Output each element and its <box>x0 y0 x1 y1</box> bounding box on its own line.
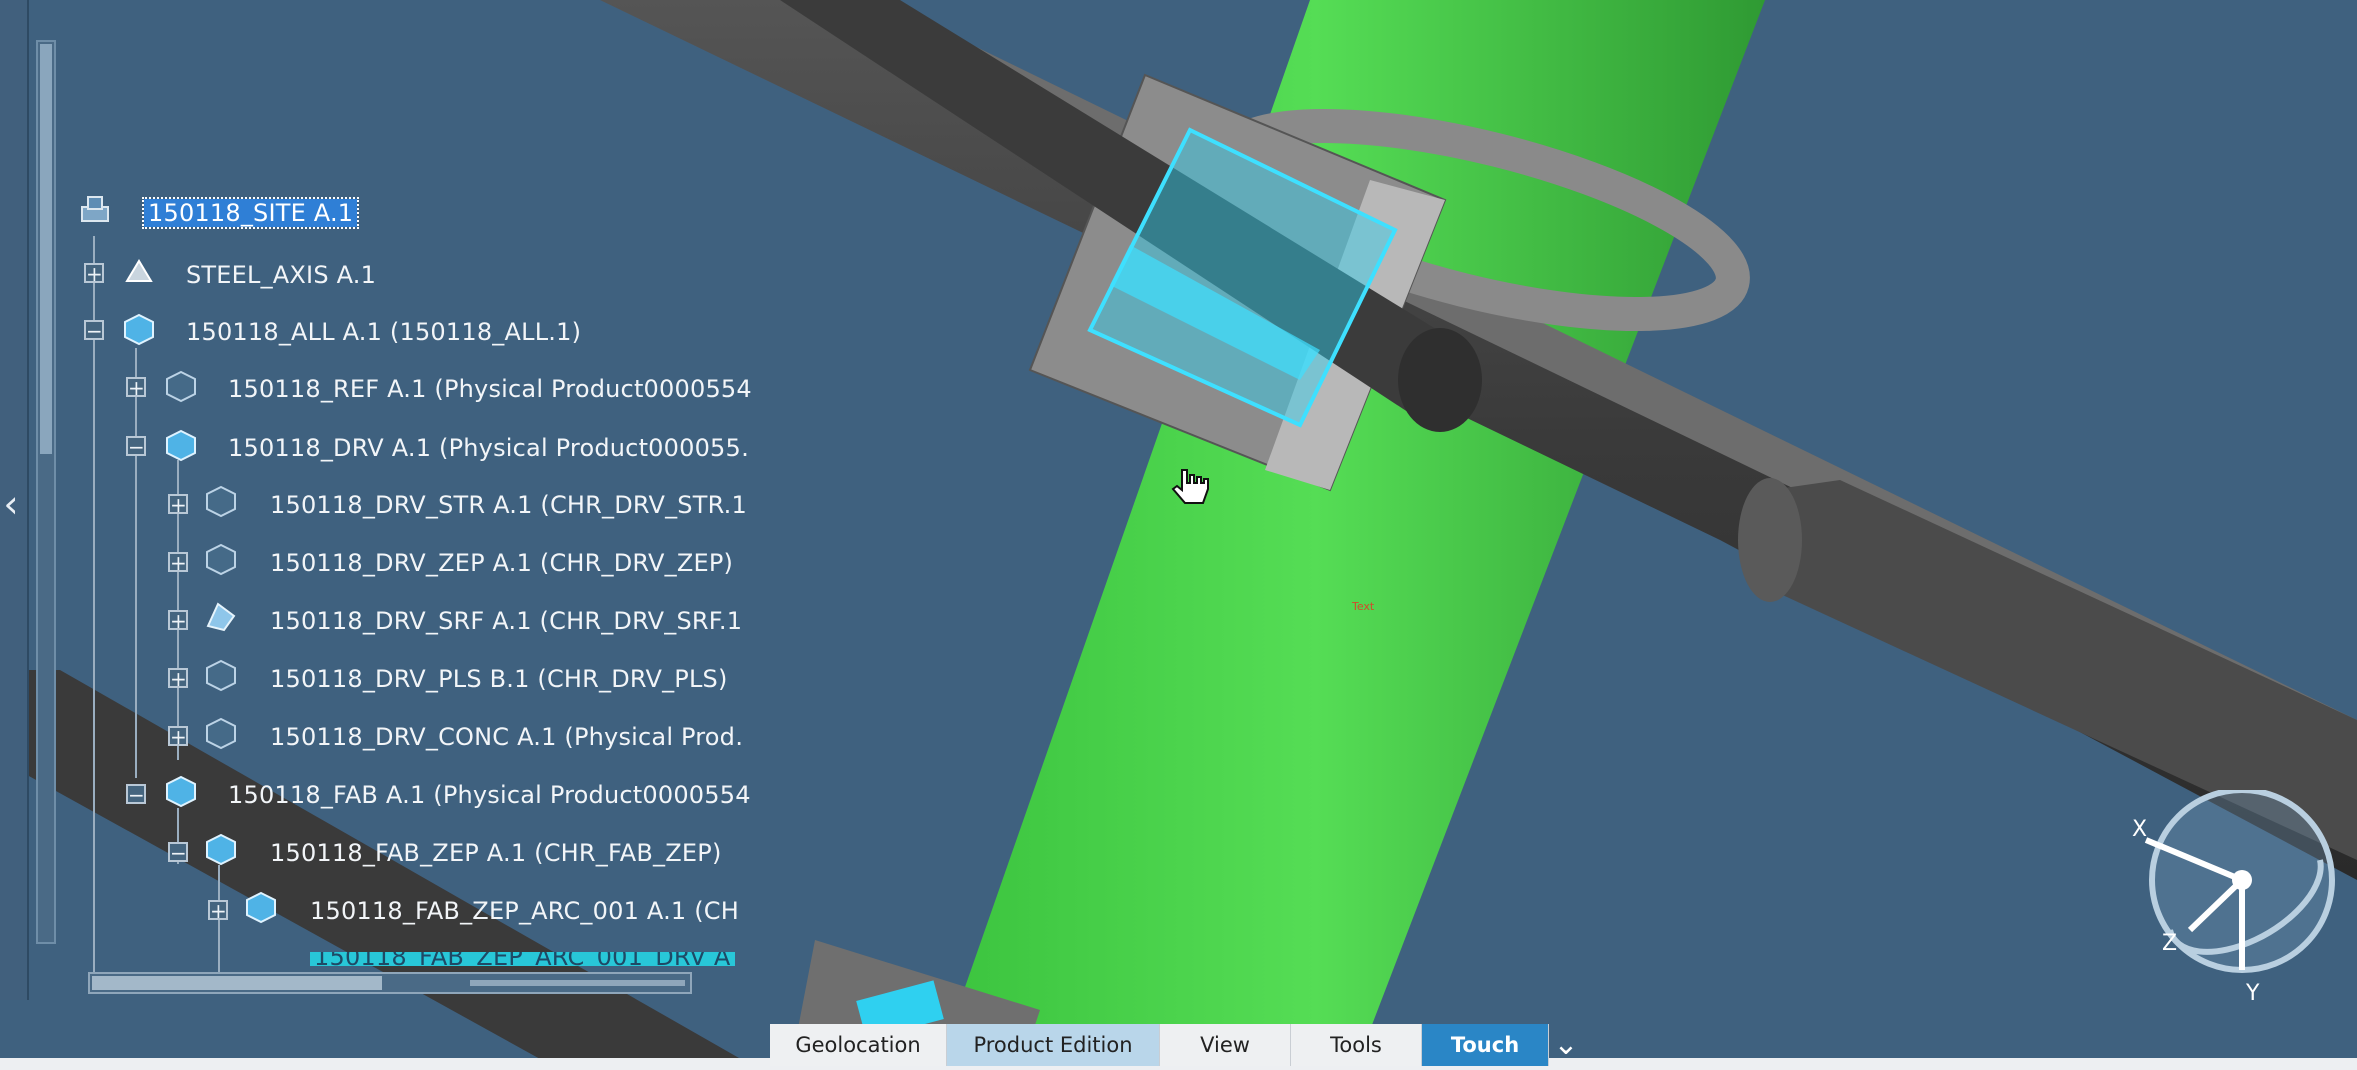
product-icon <box>166 775 196 808</box>
product-icon <box>124 313 154 346</box>
collapse-icon[interactable]: − <box>84 320 104 341</box>
expand-icon[interactable]: + <box>84 263 104 284</box>
tree-item-label[interactable]: 150118_ALL A.1 (150118_ALL.1) <box>186 318 581 346</box>
surface-icon <box>206 602 236 632</box>
collapse-icon[interactable]: − <box>126 436 146 457</box>
hand-cursor-icon <box>1171 469 1209 504</box>
compass-y-label: Y <box>2245 981 2260 1006</box>
tab-geolocation[interactable]: Geolocation <box>770 1024 947 1066</box>
product-icon <box>166 429 196 462</box>
tree-vertical-scrollbar[interactable] <box>36 40 56 944</box>
chevron-down-icon[interactable]: ⌄ <box>1546 1024 1586 1066</box>
tree-item-label[interactable]: STEEL_AXIS A.1 <box>186 261 376 289</box>
tree-item-label[interactable]: 150118_DRV_CONC A.1 (Physical Prod․ <box>270 723 743 751</box>
action-bar-tabs: Geolocation Product Edition View Tools T… <box>770 1024 1549 1066</box>
expand-icon[interactable]: + <box>168 726 188 747</box>
chevron-left-icon[interactable]: ‹ <box>0 485 22 523</box>
expand-icon[interactable]: + <box>168 552 188 573</box>
tab-view[interactable]: View <box>1160 1024 1291 1066</box>
compass-x-label: X <box>2132 817 2147 842</box>
tree-connector <box>135 348 137 778</box>
tree-item-root-label[interactable]: 150118_SITE A.1 <box>141 197 360 229</box>
tree-item-label[interactable]: 150118_FAB_ZEP A.1 (CHR_FAB_ZEP) <box>270 839 722 867</box>
tree-item-label[interactable]: 150118_DRV_STR A.1 (CHR_DRV_STR.1 <box>270 491 747 519</box>
scroll-track-fill <box>470 980 685 986</box>
tab-tools[interactable]: Tools <box>1291 1024 1422 1066</box>
expand-icon[interactable]: + <box>168 668 188 689</box>
expand-icon[interactable]: + <box>126 377 146 398</box>
tree-item-label[interactable]: 150118_REF A.1 (Physical Product0000554 <box>228 375 752 403</box>
physical-product-icon <box>166 370 196 403</box>
tree-item-label[interactable]: 150118_DRV_ZEP A.1 (CHR_DRV_ZEP) <box>270 549 733 577</box>
tree-item-label[interactable]: 150118_DRV_SRF A.1 (CHR_DRV_SRF.1 <box>270 607 742 635</box>
tree-item-label[interactable]: 150118_DRV_PLS B.1 (CHR_DRV_PLS) <box>270 665 728 693</box>
axis-system-icon <box>125 259 153 282</box>
viewport-annotation: Text <box>1352 600 1375 613</box>
product-icon <box>246 891 276 924</box>
tab-touch[interactable]: Touch <box>1422 1024 1549 1066</box>
collapse-icon[interactable]: − <box>126 784 146 805</box>
product-icon <box>206 833 236 866</box>
compass-z-label: Z <box>2162 931 2177 956</box>
tab-product-edition[interactable]: Product Edition <box>947 1024 1160 1066</box>
physical-product-icon <box>206 485 236 518</box>
cylinder-cap <box>1738 478 1802 602</box>
steel-pipe-end <box>1398 328 1482 432</box>
collapse-icon[interactable]: − <box>168 842 188 863</box>
tree-item-label[interactable]: 150118_DRV A.1 (Physical Product000055․ <box>228 434 749 462</box>
tree-item-label[interactable]: 150118_FAB A.1 (Physical Product0000554 <box>228 781 751 809</box>
tree-item-label[interactable]: 150118_FAB_ZEP_ARC_001 A.1 (CH <box>310 897 739 925</box>
physical-product-icon <box>206 543 236 576</box>
tree-horizontal-scroll-thumb[interactable] <box>92 976 382 990</box>
tree-item-label[interactable]: 150118_FAB_ZEP_ARC_001_DRV A <box>310 952 735 966</box>
physical-product-icon <box>206 659 236 692</box>
expand-icon[interactable]: + <box>208 900 228 921</box>
expand-icon[interactable]: + <box>168 494 188 515</box>
compass-icon[interactable]: X Y Z <box>2130 790 2350 1010</box>
site-icon <box>81 196 109 222</box>
physical-product-icon <box>206 717 236 750</box>
expand-icon[interactable]: + <box>168 610 188 631</box>
tree-vertical-scroll-thumb[interactable] <box>40 44 52 454</box>
tree-horizontal-scrollbar[interactable] <box>88 972 692 994</box>
tree-connector <box>93 236 95 976</box>
